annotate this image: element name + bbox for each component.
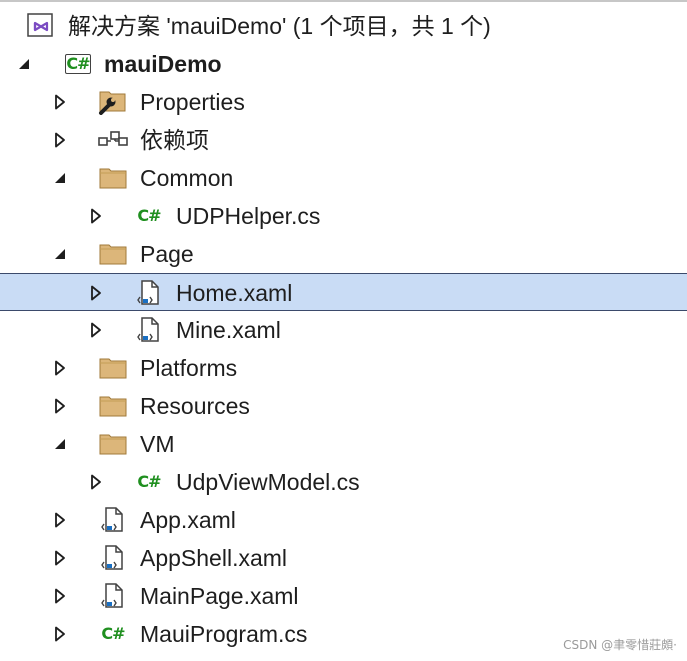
tree-row-home-xaml[interactable]: Home.xaml bbox=[0, 273, 687, 311]
collapsed-arrow-icon[interactable] bbox=[86, 283, 106, 303]
expanded-arrow-icon[interactable] bbox=[50, 434, 70, 454]
tree-row-page-folder[interactable]: Page bbox=[0, 235, 687, 273]
folder-icon bbox=[98, 432, 128, 456]
xaml-file-icon bbox=[134, 280, 164, 305]
tree-item-label: Common bbox=[140, 165, 234, 191]
collapsed-arrow-icon[interactable] bbox=[50, 396, 70, 416]
tree-item-label: UdpViewModel.cs bbox=[176, 469, 360, 495]
tree-item-label: VM bbox=[140, 431, 175, 457]
folder-icon bbox=[98, 356, 128, 380]
collapsed-arrow-icon[interactable] bbox=[86, 320, 106, 340]
collapsed-arrow-icon[interactable] bbox=[50, 130, 70, 150]
xaml-file-icon bbox=[134, 317, 164, 342]
csharp-file-icon: C# bbox=[101, 624, 125, 643]
csharp-file-icon: C# bbox=[137, 206, 161, 225]
solution-icon bbox=[26, 13, 56, 38]
tree-row-solution[interactable]: 解决方案 'mauiDemo' (1 个项目，共 1 个) bbox=[0, 7, 687, 45]
tree-row-mainpage-xaml[interactable]: MainPage.xaml bbox=[0, 577, 687, 615]
solution-label: 解决方案 'mauiDemo' (1 个项目，共 1 个) bbox=[68, 13, 491, 39]
tree-item-label: AppShell.xaml bbox=[140, 545, 288, 571]
tree-row-properties[interactable]: Properties bbox=[0, 83, 687, 121]
tree-item-label: 依赖项 bbox=[140, 127, 209, 153]
solution-explorer-tree: 解决方案 'mauiDemo' (1 个项目，共 1 个) C# mauiDem… bbox=[0, 7, 687, 653]
expanded-arrow-icon[interactable] bbox=[14, 54, 34, 74]
collapsed-arrow-icon[interactable] bbox=[50, 624, 70, 644]
dependencies-icon bbox=[98, 128, 128, 152]
expanded-arrow-icon[interactable] bbox=[50, 244, 70, 264]
expanded-arrow-icon[interactable] bbox=[50, 168, 70, 188]
tree-row-common-folder[interactable]: Common bbox=[0, 159, 687, 197]
tree-row-platforms-folder[interactable]: Platforms bbox=[0, 349, 687, 387]
tree-row-dependencies[interactable]: 依赖项 bbox=[0, 121, 687, 159]
folder-icon bbox=[98, 166, 128, 190]
tree-row-appshell-xaml[interactable]: AppShell.xaml bbox=[0, 539, 687, 577]
tree-item-label: Properties bbox=[140, 89, 245, 115]
tree-item-label: Home.xaml bbox=[176, 280, 293, 306]
tree-row-resources-folder[interactable]: Resources bbox=[0, 387, 687, 425]
tree-item-label: Page bbox=[140, 241, 194, 267]
csharp-file-icon: C# bbox=[137, 472, 161, 491]
project-label: mauiDemo bbox=[104, 51, 222, 77]
properties-wrench-icon bbox=[98, 90, 128, 115]
collapsed-arrow-icon[interactable] bbox=[50, 510, 70, 530]
tree-item-label: Mine.xaml bbox=[176, 317, 281, 343]
collapsed-arrow-icon[interactable] bbox=[86, 472, 106, 492]
tree-row-udpviewmodel[interactable]: C# UdpViewModel.cs bbox=[0, 463, 687, 501]
xaml-file-icon bbox=[98, 507, 128, 532]
tree-item-label: MauiProgram.cs bbox=[140, 621, 308, 647]
collapsed-arrow-icon[interactable] bbox=[50, 358, 70, 378]
tree-row-mine-xaml[interactable]: Mine.xaml bbox=[0, 311, 687, 349]
tree-item-label: Resources bbox=[140, 393, 250, 419]
watermark: CSDN @聿零惜莊頗· bbox=[563, 638, 677, 652]
collapsed-arrow-icon[interactable] bbox=[50, 548, 70, 568]
tree-item-label: UDPHelper.cs bbox=[176, 203, 321, 229]
top-divider bbox=[0, 0, 687, 2]
tree-item-label: MainPage.xaml bbox=[140, 583, 299, 609]
folder-icon bbox=[98, 394, 128, 418]
tree-row-app-xaml[interactable]: App.xaml bbox=[0, 501, 687, 539]
collapsed-arrow-icon[interactable] bbox=[86, 206, 106, 226]
folder-icon bbox=[98, 242, 128, 266]
collapsed-arrow-icon[interactable] bbox=[50, 92, 70, 112]
collapsed-arrow-icon[interactable] bbox=[50, 586, 70, 606]
tree-item-label: App.xaml bbox=[140, 507, 236, 533]
csharp-project-icon: C# bbox=[65, 54, 91, 74]
xaml-file-icon bbox=[98, 545, 128, 570]
xaml-file-icon bbox=[98, 583, 128, 608]
tree-row-vm-folder[interactable]: VM bbox=[0, 425, 687, 463]
tree-item-label: Platforms bbox=[140, 355, 238, 381]
tree-row-project[interactable]: C# mauiDemo bbox=[0, 45, 687, 83]
tree-row-udphelper[interactable]: C# UDPHelper.cs bbox=[0, 197, 687, 235]
